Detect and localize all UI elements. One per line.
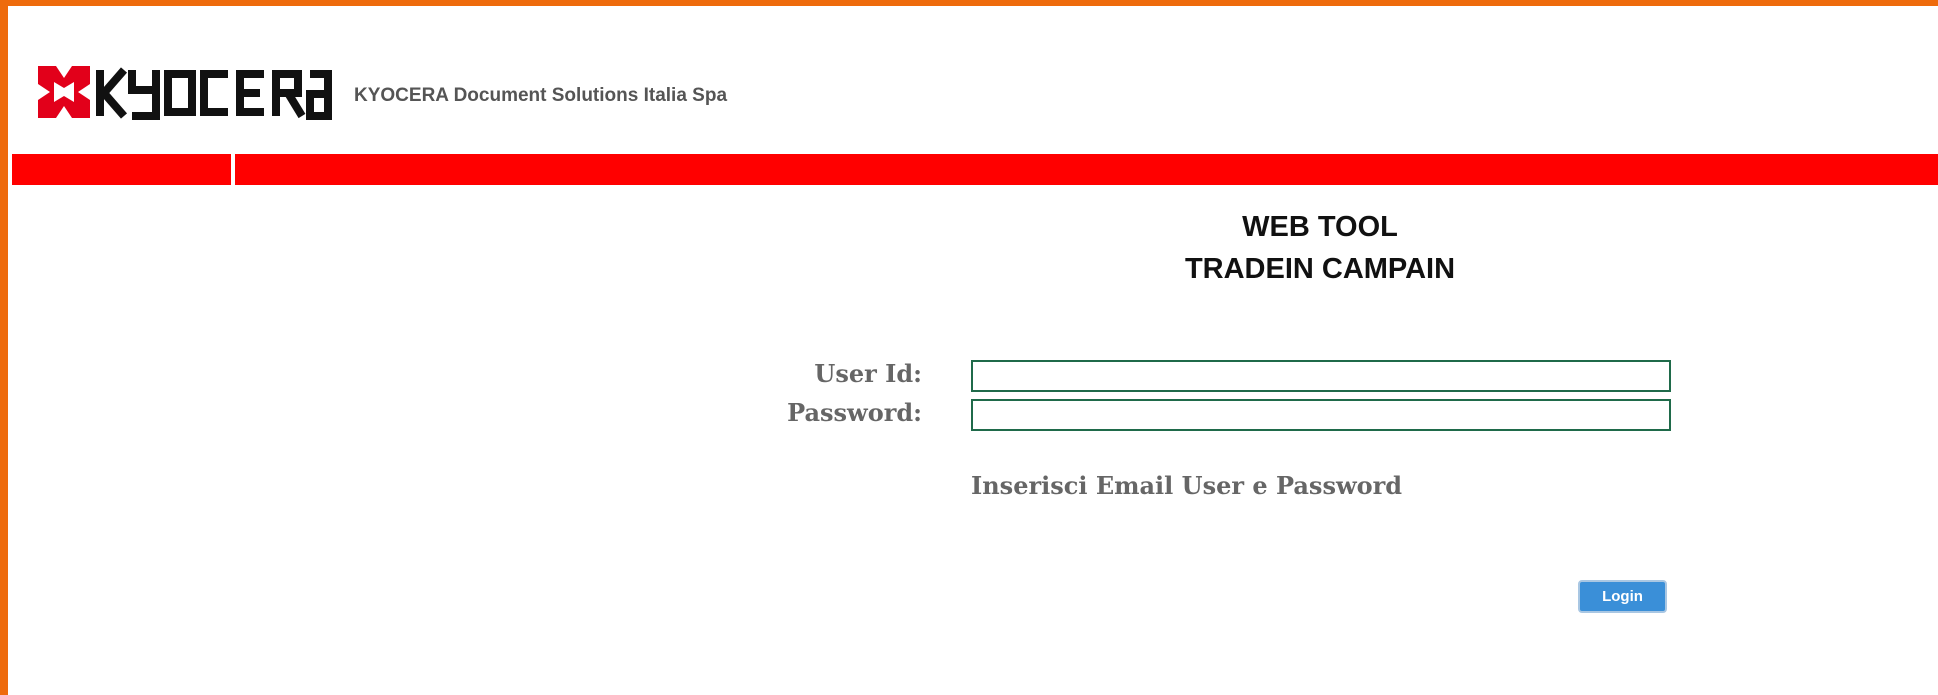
nav-bar-left bbox=[12, 154, 231, 185]
kyocera-logo-icon bbox=[38, 66, 332, 120]
user-id-label: User Id: bbox=[814, 359, 922, 388]
kyocera-logo bbox=[32, 56, 332, 126]
login-button[interactable]: Login bbox=[1578, 580, 1667, 613]
company-name: KYOCERA Document Solutions Italia Spa bbox=[354, 85, 728, 106]
password-input[interactable] bbox=[971, 399, 1671, 431]
title-line-1: WEB TOOL bbox=[1242, 211, 1398, 243]
password-label: Password: bbox=[787, 398, 922, 427]
user-id-input[interactable] bbox=[971, 360, 1671, 392]
login-hint: Inserisci Email User e Password bbox=[971, 471, 1403, 500]
nav-bar-right bbox=[235, 154, 1938, 185]
page-title: WEB TOOL TRADEIN CAMPAIN bbox=[1100, 206, 1540, 290]
title-line-2: TRADEIN CAMPAIN bbox=[1184, 253, 1456, 285]
window-frame-left bbox=[0, 0, 8, 695]
page-header: KYOCERA Document Solutions Italia Spa bbox=[8, 6, 1938, 154]
